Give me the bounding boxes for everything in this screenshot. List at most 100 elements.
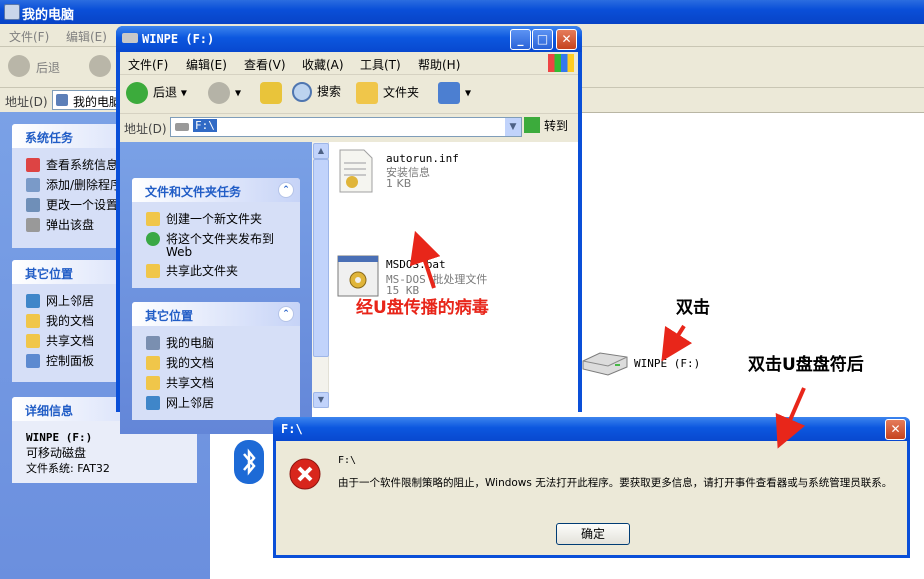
task-eject-disk[interactable]: 弹出该盘 (26, 216, 94, 233)
collapse-chevron-icon[interactable]: ⌃ (278, 306, 294, 322)
my-computer-icon (4, 4, 20, 20)
scroll-thumb[interactable] (313, 159, 329, 357)
file-tasks-title: 文件和文件夹任务 (145, 185, 242, 199)
details-drive-type: 可移动磁盘 (26, 446, 87, 460)
folder-task-pane: 文件和文件夹任务 ⌃ 创建一个新文件夹 将这个文件夹发布到 Web 共享此文件夹… (120, 142, 312, 434)
bg-address-value: 我的电脑 (73, 95, 122, 109)
bg-menu-edit[interactable]: 编辑(E) (66, 28, 107, 45)
task-label: 查看系统信息 (46, 158, 119, 172)
views-button[interactable]: ▾ (438, 82, 471, 104)
task-share-folder[interactable]: 共享此文件夹 (146, 262, 238, 279)
scroll-up-button[interactable]: ▲ (313, 143, 329, 159)
forward-arrow-icon (208, 82, 230, 104)
dialog-message: 由于一个软件限制策略的阻止，Windows 无法打开此程序。要获取更多信息，请打… (338, 477, 893, 489)
place-label: 共享文档 (46, 334, 95, 348)
back-arrow-icon[interactable] (8, 55, 30, 77)
folder-other-places-header[interactable]: 其它位置 ⌃ (132, 302, 300, 326)
dialog-path: F:\ (338, 455, 357, 466)
control-panel-icon (26, 354, 40, 368)
folders-label: 文件夹 (383, 85, 420, 100)
add-remove-icon (26, 178, 40, 192)
place-network[interactable]: 网上邻居 (146, 394, 214, 411)
background-window-titlebar[interactable]: 我的电脑 (0, 0, 924, 24)
system-tasks-title: 系统任务 (25, 131, 74, 145)
usb-drive-icon[interactable] (580, 347, 630, 377)
task-label: 更改一个设置 (46, 198, 119, 212)
double-click-arrow (661, 324, 693, 362)
bluetooth-icon[interactable] (234, 440, 264, 484)
task-label: 将这个文件夹发布到 Web (166, 232, 275, 259)
scroll-down-button[interactable]: ▼ (313, 392, 329, 408)
up-button[interactable] (260, 82, 287, 104)
ok-button[interactable]: 确定 (556, 523, 630, 545)
collapse-chevron-icon[interactable]: ⌃ (278, 182, 294, 198)
place-control-panel[interactable]: 控制面板 (26, 352, 94, 369)
bg-address-label: 地址(D) (5, 95, 48, 109)
go-button[interactable]: 转到 (524, 117, 568, 134)
close-button[interactable]: ✕ (556, 29, 577, 50)
file-item-autorun[interactable]: autorun.inf 安装信息 1 KB (336, 146, 566, 196)
usb-drive-label[interactable]: WINPE (F:) (634, 357, 700, 370)
menu-edit[interactable]: 编辑(E) (186, 56, 227, 73)
dialog-titlebar[interactable]: F:\ ✕ (273, 417, 910, 441)
place-my-documents[interactable]: 我的文档 (146, 354, 214, 371)
task-publish-web[interactable]: 将这个文件夹发布到 Web (146, 232, 292, 258)
address-label: 地址(D) (124, 122, 167, 136)
details-drive-name: WINPE (F:) (26, 431, 93, 444)
menu-favorites[interactable]: 收藏(A) (302, 56, 344, 73)
search-icon (292, 82, 312, 102)
task-new-folder[interactable]: 创建一个新文件夹 (146, 210, 262, 227)
folder-window-title: WINPE (F:) (142, 32, 215, 46)
file-tasks-header[interactable]: 文件和文件夹任务 ⌃ (132, 178, 300, 202)
details-title: 详细信息 (25, 404, 74, 418)
dialog-body: F:\ 由于一个软件限制策略的阻止，Windows 无法打开此程序。要获取更多信… (276, 441, 907, 555)
place-label: 我的电脑 (166, 336, 215, 350)
task-view-system-info[interactable]: 查看系统信息 (26, 156, 118, 173)
annotation-double-click: 双击 (676, 298, 710, 318)
place-label: 网上邻居 (46, 294, 95, 308)
my-computer-icon (146, 336, 160, 350)
place-label: 控制面板 (46, 354, 95, 368)
menu-tools[interactable]: 工具(T) (360, 56, 401, 73)
menu-view[interactable]: 查看(V) (244, 56, 286, 73)
dialog-close-button[interactable]: ✕ (885, 419, 906, 440)
back-button[interactable]: 后退 ▾ (126, 82, 187, 104)
other-places-title: 其它位置 (145, 309, 194, 323)
task-add-remove-programs[interactable]: 添加/删除程序 (26, 176, 122, 193)
place-shared-documents[interactable]: 共享文档 (146, 374, 214, 391)
search-label: 搜索 (317, 84, 342, 99)
task-change-setting[interactable]: 更改一个设置 (26, 196, 118, 213)
place-shared-documents[interactable]: 共享文档 (26, 332, 94, 349)
folder-window-titlebar[interactable]: WINPE (F:) _ □ ✕ (116, 26, 582, 52)
place-my-computer[interactable]: 我的电脑 (146, 334, 214, 351)
menu-help[interactable]: 帮助(H) (418, 56, 460, 73)
forward-arrow-icon[interactable] (89, 55, 111, 77)
folders-button[interactable]: 文件夹 (356, 82, 419, 104)
bg-back-label[interactable]: 后退 (36, 59, 60, 76)
file-tasks-panel: 文件和文件夹任务 ⌃ 创建一个新文件夹 将这个文件夹发布到 Web 共享此文件夹 (132, 178, 300, 288)
maximize-button[interactable]: □ (532, 29, 553, 50)
bg-menu-file[interactable]: 文件(F) (9, 28, 49, 45)
share-folder-icon (146, 264, 160, 278)
folder-icon (146, 356, 160, 370)
menu-file[interactable]: 文件(F) (128, 56, 168, 73)
folder-window-body: 文件(F) 编辑(E) 查看(V) 收藏(A) 工具(T) 帮助(H) 后退 ▾… (120, 52, 578, 434)
place-my-documents[interactable]: 我的文档 (26, 312, 94, 329)
address-input[interactable]: F:\ ▼ (170, 117, 522, 137)
error-dialog: F:\ ✕ F:\ 由于一个软件限制策略的阻止，Windows 无法打开此程序。… (273, 417, 910, 558)
annotation-virus: 经U盘传播的病毒 (356, 298, 489, 318)
go-label: 转到 (544, 119, 569, 133)
bg-address-input[interactable]: 我的电脑 (52, 90, 122, 110)
task-label: 添加/删除程序 (46, 178, 123, 192)
folder-window: WINPE (F:) _ □ ✕ 文件(F) 编辑(E) 查看(V) 收藏(A)… (116, 26, 582, 434)
place-network[interactable]: 网上邻居 (26, 292, 94, 309)
address-dropdown-button[interactable]: ▼ (505, 118, 521, 136)
shared-folder-icon (146, 376, 160, 390)
control-panel-icon (26, 198, 40, 212)
forward-button[interactable]: ▾ (208, 82, 241, 104)
vertical-scrollbar[interactable]: ▲ ▼ (312, 142, 329, 408)
minimize-button[interactable]: _ (510, 29, 531, 50)
network-icon (26, 294, 40, 308)
folder-address-bar: 地址(D) F:\ ▼ 转到 (120, 114, 578, 140)
search-button[interactable]: 搜索 (292, 82, 341, 102)
